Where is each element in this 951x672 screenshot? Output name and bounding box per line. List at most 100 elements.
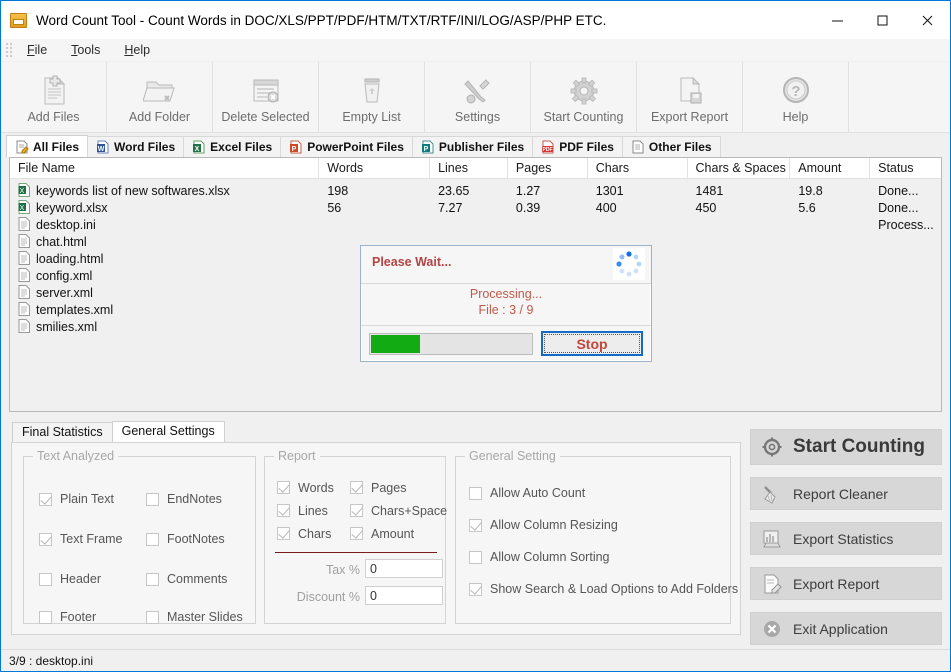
tab-publisher-files[interactable]: P Publisher Files (411, 136, 534, 157)
cell-file-name: templates.xml (36, 302, 114, 317)
report-cleaner-button[interactable]: Report Cleaner (750, 477, 942, 510)
cell-file-name: smilies.xml (36, 319, 98, 334)
checkbox-comments[interactable]: Comments (146, 559, 243, 599)
dialog-status: Processing... File : 3 / 9 (361, 284, 651, 326)
toolbar-start-counting[interactable]: Start Counting (531, 62, 637, 132)
tab-label: Other Files (648, 140, 712, 154)
tab-general-settings[interactable]: General Settings (111, 421, 225, 442)
toolbar-export-report[interactable]: Export Report (637, 62, 743, 132)
column-header-chars-spaces[interactable]: Chars & Spaces (688, 158, 791, 179)
table-row[interactable]: desktop.ini Process... (10, 216, 941, 233)
checkbox-box (350, 481, 363, 494)
cell-pages: 1.27 (515, 183, 541, 198)
checkbox-label: Chars (298, 526, 332, 541)
start-counting-button[interactable]: Start Counting (750, 429, 942, 465)
export-statistics-button[interactable]: Export Statistics (750, 522, 942, 555)
cell-amount: 19.8 (798, 183, 823, 198)
tab-all-files[interactable]: All Files (6, 135, 89, 157)
cell-lines: 23.65 (438, 183, 470, 198)
cell-chars: 1301 (595, 183, 624, 198)
exit-application-button[interactable]: Exit Application (750, 612, 942, 645)
toolbar-add-folder[interactable]: Add Folder (107, 62, 213, 132)
publisher-icon: P (421, 140, 435, 154)
cell-file-name: config.xml (36, 268, 93, 283)
cell-chars (588, 216, 688, 233)
minimize-button[interactable] (815, 1, 860, 39)
column-header-file-name[interactable]: File Name (10, 158, 320, 179)
cell-amount (790, 318, 870, 335)
tab-label: Excel Files (210, 140, 273, 154)
svg-text:X: X (20, 205, 25, 212)
menu-item-file[interactable]: FFileile (15, 41, 59, 59)
cell-chars-spaces (688, 250, 791, 267)
toolbar-add-files[interactable]: Add Files (1, 62, 107, 132)
checkbox-label: Comments (167, 572, 228, 586)
pdf-icon: PDF (541, 140, 555, 154)
tab-label: Word Files (114, 140, 176, 154)
export-report-button[interactable]: Export Report (750, 567, 942, 600)
menu-item-tools[interactable]: Tools (59, 41, 112, 59)
checkbox-text-frame[interactable]: Text Frame (39, 519, 123, 559)
checkbox-footnotes[interactable]: FootNotes (146, 519, 243, 559)
stop-button[interactable]: Stop (541, 331, 643, 356)
cell-chars-spaces (688, 216, 791, 233)
checkbox-chars-space[interactable]: Chars+Space (350, 499, 447, 522)
checkbox-endnotes[interactable]: EndNotes (146, 479, 243, 519)
column-header-amount[interactable]: Amount (790, 158, 871, 179)
menu-item-help[interactable]: Help (112, 41, 162, 59)
maximize-button[interactable] (860, 1, 905, 39)
column-header-chars[interactable]: Chars (588, 158, 688, 179)
checkbox-show-search-load-options[interactable]: Show Search & Load Options to Add Folder… (469, 573, 738, 605)
tab-word-files[interactable]: W Word Files (87, 136, 185, 157)
checkbox-label: Master Slides (167, 610, 243, 624)
column-header-pages[interactable]: Pages (508, 158, 588, 179)
toolbar-empty-list[interactable]: Empty List (319, 62, 425, 132)
column-header-words[interactable]: Words (319, 158, 431, 179)
tax-input[interactable]: 0 (365, 559, 443, 578)
tab-excel-files[interactable]: X Excel Files (183, 136, 282, 157)
tab-final-statistics[interactable]: Final Statistics (12, 422, 113, 442)
toolbar-help[interactable]: ? Help (743, 62, 849, 132)
checkbox-header[interactable]: Header (39, 559, 123, 599)
checkbox-label: FootNotes (167, 532, 225, 546)
cell-file-name: chat.html (36, 234, 87, 249)
toolbar-delete-selected[interactable]: Delete Selected (213, 62, 319, 132)
checkbox-box (277, 481, 290, 494)
cell-status (870, 233, 941, 250)
column-header-status[interactable]: Status (870, 158, 941, 179)
checkbox-label: Header (60, 572, 101, 586)
checkbox-box (277, 527, 290, 540)
checkbox-pages[interactable]: Pages (350, 476, 447, 499)
toolbar-settings[interactable]: Settings (425, 62, 531, 132)
table-row[interactable]: X keyword.xlsx 56 7.27 0.39 400 450 5.6 … (10, 199, 941, 216)
button-label: Report Cleaner (793, 485, 888, 502)
checkbox-label: Allow Column Resizing (490, 518, 618, 532)
checkbox-lines[interactable]: Lines (277, 499, 334, 522)
tab-pdf-files[interactable]: PDF PDF Files (532, 136, 623, 157)
close-button[interactable] (905, 1, 950, 39)
tab-powerpoint-files[interactable]: P PowerPoint Files (280, 136, 413, 157)
checkbox-allow-column-resizing[interactable]: Allow Column Resizing (469, 509, 738, 541)
tab-label: PDF Files (559, 140, 614, 154)
checkbox-allow-column-sorting[interactable]: Allow Column Sorting (469, 541, 738, 573)
tab-other-files[interactable]: Other Files (621, 136, 721, 157)
dialog-status-line1: Processing... (469, 287, 543, 301)
group-text-analyzed: Text Analyzed Plain Text Text Frame Head… (23, 449, 256, 624)
svg-text:W: W (98, 146, 105, 153)
checkbox-footer[interactable]: Footer (39, 599, 123, 635)
group-general-setting: General Setting Allow Auto Count Allow C… (455, 449, 738, 624)
checkbox-allow-auto-count[interactable]: Allow Auto Count (469, 477, 738, 509)
checkbox-master-slides[interactable]: Master Slides (146, 599, 243, 635)
tax-label: Tax % (325, 563, 360, 577)
checkbox-amount[interactable]: Amount (350, 522, 447, 545)
cell-amount (790, 267, 870, 284)
cell-amount (790, 284, 870, 301)
checkbox-plain-text[interactable]: Plain Text (39, 479, 123, 519)
checkbox-words[interactable]: Words (277, 476, 334, 499)
checkbox-chars[interactable]: Chars (277, 522, 334, 545)
cell-words: 198 (327, 183, 349, 198)
column-header-lines[interactable]: Lines (430, 158, 508, 179)
checkbox-box (469, 486, 482, 500)
table-row[interactable]: X keywords list of new softwares.xlsx 19… (10, 182, 941, 199)
discount-input[interactable]: 0 (365, 586, 443, 605)
